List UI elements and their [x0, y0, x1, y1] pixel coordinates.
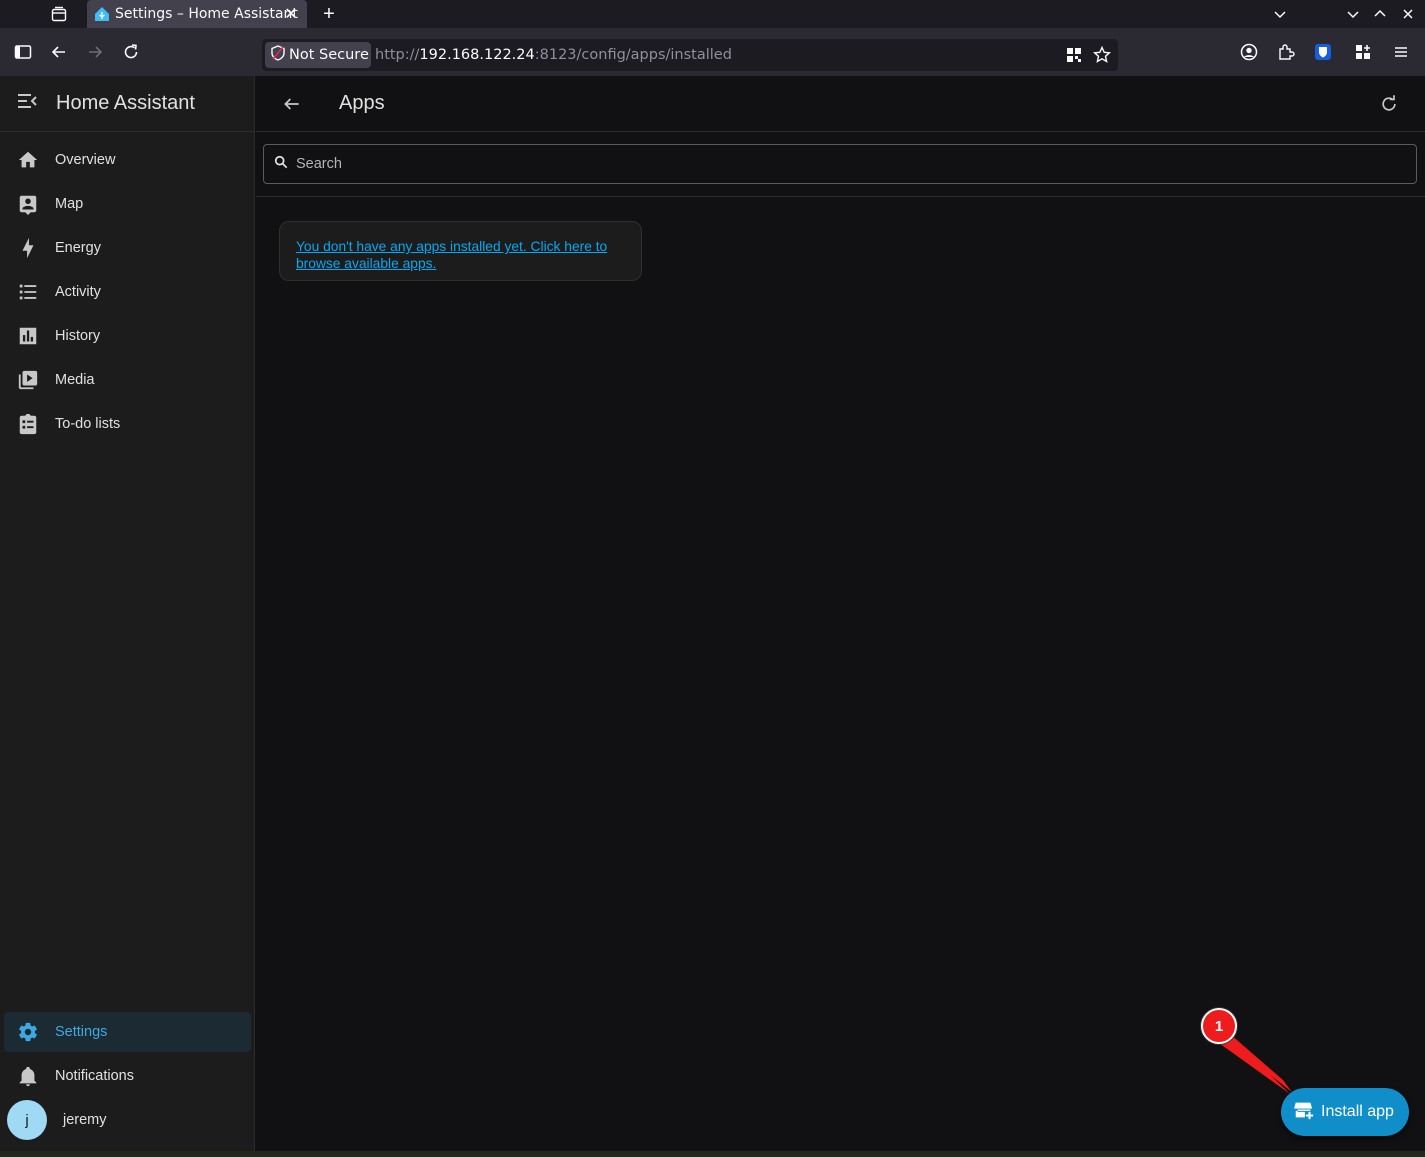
- desktop-strip: [0, 1151, 1425, 1157]
- install-app-label: Install app: [1321, 1103, 1394, 1120]
- install-app-button[interactable]: Install app: [1281, 1088, 1409, 1136]
- annotation-badge: 1: [1201, 1008, 1237, 1044]
- annotation-arrow: [1212, 1028, 1292, 1094]
- store-plus-icon: [1293, 1099, 1315, 1126]
